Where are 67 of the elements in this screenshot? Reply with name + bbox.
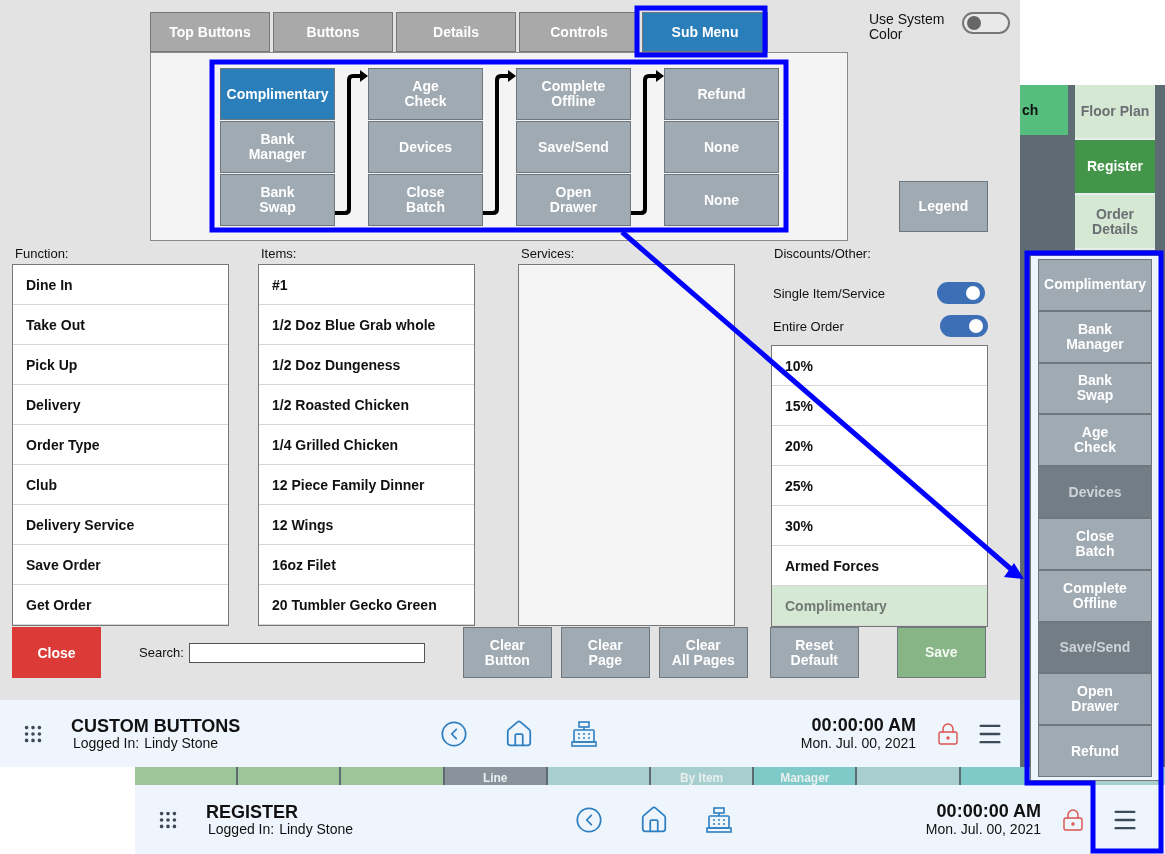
clock-time: 00:00:00 AM [936, 802, 1041, 821]
search-label: Search: [139, 645, 184, 660]
user-name: Lindy Stone [144, 735, 219, 751]
clock-date: Mon. Jul. 00, 2021 [925, 821, 1041, 837]
clock-time: 00:00:00 AM [811, 716, 916, 735]
toggle-label: Single Item/Service [773, 285, 885, 301]
register-key[interactable]: By Item [651, 767, 753, 785]
side-menu-button[interactable]: Bank Swap [1038, 362, 1152, 415]
nav-button[interactable]: Floor Plan [1075, 85, 1155, 138]
close-button[interactable]: Close [12, 627, 101, 678]
sub-menu-button[interactable]: None [664, 174, 779, 226]
cash-register-icon[interactable] [570, 719, 598, 748]
action-button[interactable]: Clear Button [462, 627, 552, 678]
back-icon[interactable] [575, 805, 603, 834]
column-label: Items: [260, 247, 298, 263]
register-key[interactable]: Line [444, 767, 546, 785]
side-menu-button[interactable]: Complimentary [1038, 259, 1152, 311]
system-color-label: Use System Color [869, 12, 945, 42]
screen-title: REGISTER [206, 802, 299, 822]
action-button[interactable]: Clear Page [560, 627, 650, 678]
toggle-switch[interactable] [937, 282, 985, 304]
sub-menu-button[interactable]: Bank Manager [220, 121, 335, 173]
logged-in-label: Logged In: [208, 821, 275, 837]
toggle-switch[interactable] [962, 12, 1010, 34]
side-menu-button[interactable]: Refund [1038, 725, 1152, 777]
tab[interactable]: Buttons [273, 12, 393, 52]
legend-button[interactable]: Legend [899, 181, 988, 232]
column-label: Services: [520, 247, 576, 263]
side-menu-button[interactable]: Bank Manager [1038, 310, 1152, 363]
side-menu-button[interactable]: Close Batch [1038, 518, 1152, 570]
action-button[interactable]: ch [1020, 85, 1068, 135]
sub-menu-button[interactable]: Save/Send [516, 121, 631, 173]
side-menu-button[interactable]: Age Check [1038, 414, 1152, 467]
side-menu-button[interactable]: Open Drawer [1038, 673, 1152, 726]
side-menu-button[interactable]: Complete Offline [1038, 569, 1152, 622]
screen-title: CUSTOM BUTTONS [71, 716, 242, 736]
sub-menu-button[interactable]: Refund [664, 68, 779, 120]
sub-menu-button[interactable]: None [664, 121, 779, 173]
sub-menu-button[interactable]: Devices [368, 121, 483, 173]
back-icon[interactable] [440, 719, 468, 748]
toggle-switch[interactable] [940, 315, 988, 337]
column-label: Function: [14, 247, 70, 263]
search-field[interactable] [188, 642, 425, 663]
lock-icon[interactable] [936, 721, 960, 746]
tab[interactable]: Details [396, 12, 516, 52]
action-button[interactable]: Clear All Pages [658, 627, 748, 678]
action-button[interactable]: Reset Default [769, 627, 859, 678]
user-name: Lindy Stone [279, 821, 354, 837]
nav-button[interactable]: Order Details [1075, 195, 1155, 248]
column-label: Discounts/Other: [773, 247, 872, 263]
home-icon[interactable] [504, 718, 534, 749]
nav-button[interactable]: Register [1075, 140, 1155, 193]
sub-menu-button[interactable]: Bank Swap [220, 174, 335, 226]
clock-date: Mon. Jul. 00, 2021 [800, 735, 916, 751]
home-icon[interactable] [639, 804, 669, 835]
register-key[interactable]: Manager [754, 767, 856, 785]
sub-menu-button[interactable]: Close Batch [368, 174, 483, 226]
cash-register-icon[interactable] [705, 805, 733, 834]
sub-menu-button[interactable]: Complimentary [220, 68, 335, 120]
sub-menu-button[interactable]: Open Drawer [516, 174, 631, 226]
list-item[interactable]: Complimentary [772, 586, 987, 626]
lock-icon[interactable] [1061, 807, 1085, 832]
tab[interactable]: Top Buttons [150, 12, 270, 52]
logged-in-label: Logged In: [73, 735, 140, 751]
toggle-label: Entire Order [773, 318, 844, 334]
sub-menu-button[interactable]: Age Check [368, 68, 483, 120]
sub-menu-button[interactable]: Complete Offline [516, 68, 631, 120]
